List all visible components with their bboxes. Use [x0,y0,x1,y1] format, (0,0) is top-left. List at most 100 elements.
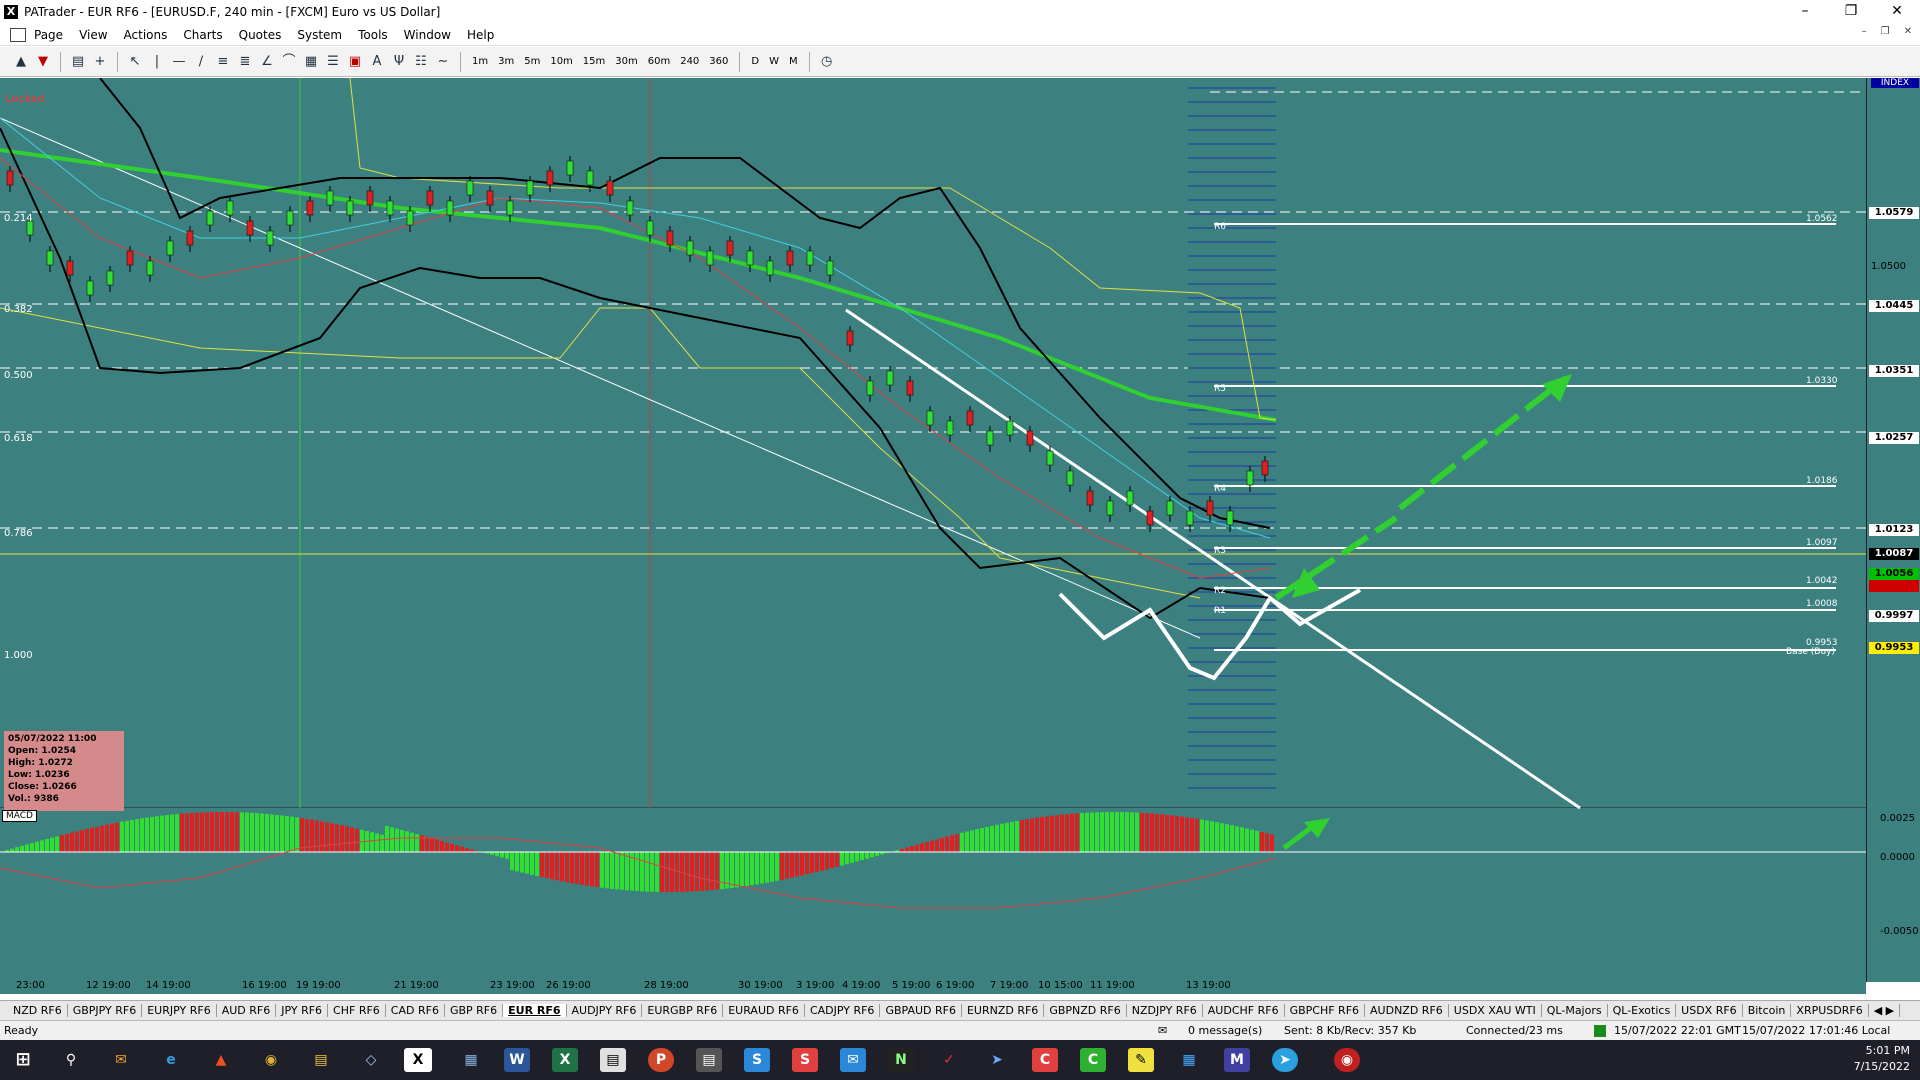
close-icon[interactable]: ✕ [1874,0,1920,24]
pitchfork-icon[interactable]: Ψ [390,53,408,71]
timeframe-5m[interactable]: 5m [521,56,543,67]
tab-eurjpy-rf6[interactable]: EURJPY RF6 [142,1004,217,1017]
app-icon-arrow[interactable]: ➤ [984,1048,1010,1072]
fib-arc-icon[interactable]: ⌒ [280,53,298,71]
patrader-taskbar-icon[interactable]: X [404,1048,432,1072]
indicator-icon[interactable]: ∼ [434,53,452,71]
tab-gbpnzd-rf6[interactable]: GBPNZD RF6 [1044,1004,1127,1017]
mdi-minimize-icon[interactable]: – [1862,26,1867,37]
timeframe-360[interactable]: 360 [706,56,731,67]
tab-ql-majors[interactable]: QL-Majors [1542,1004,1608,1017]
timeframe-30m[interactable]: 30m [612,56,640,67]
sell-icon[interactable]: ▼ [34,53,52,71]
app-icon-record[interactable]: ◉ [1334,1048,1360,1072]
menu-quotes[interactable]: Quotes [231,28,290,42]
mail-icon[interactable]: ✉ [1158,1024,1167,1037]
tab-usdx-rf6[interactable]: USDX RF6 [1676,1004,1743,1017]
horizontal-line-icon[interactable]: — [170,53,188,71]
app-icon-c-green[interactable]: C [1080,1048,1106,1072]
telegram-icon[interactable]: ➤ [1272,1048,1298,1072]
time-axis[interactable]: 23:00 12 19:00 14 19:00 16 19:00 19 19:00 21 … [0,980,1866,994]
menu-help[interactable]: Help [459,28,502,42]
trendline-icon[interactable]: ∕ [192,53,210,71]
menu-charts[interactable]: Charts [175,28,230,42]
tab-gbpchf-rf6[interactable]: GBPCHF RF6 [1285,1004,1366,1017]
timeframe-60m[interactable]: 60m [645,56,673,67]
clock-icon[interactable]: ◷ [818,53,836,71]
excel-icon[interactable]: X [552,1048,578,1072]
chart-icon[interactable]: ▤ [69,53,87,71]
tab-bitcoin[interactable]: Bitcoin [1743,1004,1792,1017]
sticky-notes-icon[interactable]: ✎ [1128,1048,1154,1072]
restore-icon[interactable]: ❐ [1828,0,1874,24]
tab-eur-rf6[interactable]: EUR RF6 [503,1004,567,1017]
pivots-icon[interactable]: ☷ [412,53,430,71]
tab-eurnzd-rf6[interactable]: EURNZD RF6 [962,1004,1045,1017]
price-chart[interactable] [0,78,1866,982]
tab-gbpjpy-rf6[interactable]: GBPJPY RF6 [68,1004,143,1017]
app-icon-gray[interactable]: ▤ [600,1048,626,1072]
cycle-lines-icon[interactable]: ☰ [324,53,342,71]
timeframe-15m[interactable]: 15m [580,56,608,67]
mail-app-icon[interactable]: ✉ [108,1048,134,1072]
tab-cad-rf6[interactable]: CAD RF6 [386,1004,445,1017]
powerpoint-icon[interactable]: P [648,1048,674,1072]
tab-euraud-rf6[interactable]: EURAUD RF6 [723,1004,805,1017]
menu-window[interactable]: Window [396,28,459,42]
tab-scroll-icon[interactable]: ◀ ▶ [1869,1004,1901,1017]
gann-icon[interactable]: ▦ [302,53,320,71]
tab-audjpy-rf6[interactable]: AUDJPY RF6 [567,1004,643,1017]
store-icon[interactable]: ▦ [1176,1048,1202,1072]
fibonacci-icon[interactable]: ≣ [236,53,254,71]
menu-view[interactable]: View [71,28,115,42]
timeframe-weekly[interactable]: W [766,56,782,67]
windows-start-icon[interactable]: ⊞ [10,1048,36,1072]
tab-jpy-rf6[interactable]: JPY RF6 [276,1004,329,1017]
tab-eurgbp-rf6[interactable]: EURGBP RF6 [642,1004,724,1017]
word-icon[interactable]: W [504,1048,530,1072]
app-icon-check[interactable]: ✓ [936,1048,962,1072]
cursor-icon[interactable]: ↖ [126,53,144,71]
tab-usdx-xau-wti[interactable]: USDX XAU WTI [1449,1004,1542,1017]
page-menu-icon[interactable] [10,27,26,42]
price-axis[interactable]: INDEX 1.0579 1.0500 1.0445 1.0351 1.0257… [1866,78,1920,982]
rectangle-icon[interactable]: ▣ [346,53,364,71]
chart-area[interactable]: Locked 0.214 0.382 0.500 0.618 0.786 1.0… [0,78,1920,994]
tab-gbp-rf6[interactable]: GBP RF6 [445,1004,504,1017]
fib-fan-icon[interactable]: ∠ [258,53,276,71]
calculator-icon[interactable]: ▦ [458,1048,484,1072]
menu-tools[interactable]: Tools [350,28,396,42]
menu-page[interactable]: Page [26,28,71,42]
tab-nzdjpy-rf6[interactable]: NZDJPY RF6 [1127,1004,1203,1017]
channel-icon[interactable]: ≡ [214,53,232,71]
buy-icon[interactable]: ▲ [12,53,30,71]
menu-system[interactable]: System [289,28,350,42]
tab-ql-exotics[interactable]: QL-Exotics [1608,1004,1677,1017]
tab-gbpaud-rf6[interactable]: GBPAUD RF6 [880,1004,962,1017]
app-icon-dark[interactable]: ▤ [696,1048,722,1072]
vertical-line-icon[interactable]: | [148,53,166,71]
tab-audchf-rf6[interactable]: AUDCHF RF6 [1203,1004,1285,1017]
timeframe-1m[interactable]: 1m [469,56,491,67]
timeframe-daily[interactable]: D [748,56,762,67]
app-icon-n[interactable]: N [888,1048,914,1072]
brave-icon[interactable]: ▲ [208,1048,234,1072]
chrome-icon[interactable]: ◉ [258,1048,284,1072]
outlook-icon[interactable]: ✉ [840,1048,866,1072]
edge-icon[interactable]: e [158,1048,184,1072]
timeframe-3m[interactable]: 3m [495,56,517,67]
tab-nzd-rf6[interactable]: NZD RF6 [8,1004,68,1017]
tab-audnzd-rf6[interactable]: AUDNZD RF6 [1365,1004,1449,1017]
mdi-restore-icon[interactable]: ❐ [1881,26,1890,37]
timeframe-10m[interactable]: 10m [547,56,575,67]
tab-chf-rf6[interactable]: CHF RF6 [328,1004,386,1017]
app-icon-c-red[interactable]: C [1032,1048,1058,1072]
tab-cadjpy-rf6[interactable]: CADJPY RF6 [805,1004,881,1017]
minimize-icon[interactable]: – [1782,0,1828,24]
timeframe-240[interactable]: 240 [677,56,702,67]
mdi-close-icon[interactable]: ✕ [1904,26,1912,37]
timeframe-monthly[interactable]: M [786,56,801,67]
crosshair-icon[interactable]: + [91,53,109,71]
search-icon[interactable]: ⚲ [58,1048,84,1072]
app-icon-red-s[interactable]: S [792,1048,818,1072]
